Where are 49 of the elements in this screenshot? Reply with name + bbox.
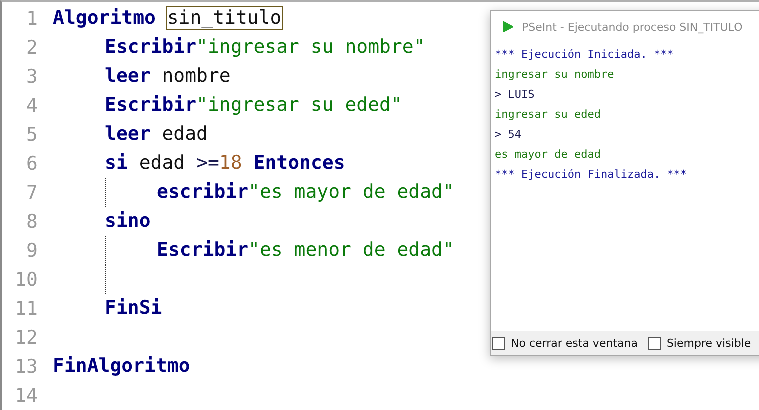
line-number: 14 (14, 384, 39, 406)
window-title: PSeInt - Ejecutando proceso SIN_TITULO (522, 20, 743, 34)
code-keyword: Escribir (105, 94, 197, 116)
console-line: ingresar su eded (495, 107, 602, 123)
console-line: > LUIS (495, 87, 536, 103)
code-keyword: leer (105, 123, 151, 145)
code-keyword: Escribir (157, 239, 249, 261)
line-number: 11 (14, 298, 39, 320)
line-number: 6 (26, 152, 39, 174)
line-number: 3 (26, 66, 39, 88)
console-line: ingresar su nombre (495, 67, 616, 83)
line-number: 2 (26, 36, 39, 58)
line-number: 4 (26, 94, 39, 116)
line-number: 5 (26, 124, 39, 146)
code-text: edad (138, 152, 186, 174)
play-icon (501, 20, 515, 34)
line-number: 13 (14, 356, 39, 378)
line-number: 8 (26, 210, 39, 232)
console-line: *** Ejecución Iniciada. *** (495, 47, 675, 63)
line-number: 10 (14, 268, 39, 290)
code-keyword: Algoritmo (53, 7, 156, 29)
console-line: *** Ejecución Finalizada. *** (495, 167, 688, 183)
code-keyword: si (105, 152, 128, 174)
code-operator: >= (196, 152, 220, 174)
code-keyword: Entonces (252, 152, 346, 174)
console-line: > 54 (495, 127, 522, 143)
code-string: "es menor de edad" (248, 239, 454, 261)
console-line: es mayor de edad (495, 147, 602, 163)
line-number: 7 (26, 182, 39, 204)
code-keyword: sino (105, 210, 151, 232)
code-keyword: FinAlgoritmo (53, 355, 190, 377)
checkbox-label: Siempre visible (666, 336, 752, 350)
line-number: 1 (26, 8, 39, 30)
checkbox[interactable] (492, 336, 505, 350)
checkbox-label: No cerrar esta ventana (511, 336, 638, 350)
line-number: 9 (26, 240, 39, 262)
line-number: 12 (14, 326, 39, 348)
code-text: edad (161, 123, 208, 145)
checkbox[interactable] (648, 336, 661, 350)
code-keyword: escribir (157, 181, 249, 203)
code-text: nombre (161, 65, 231, 87)
code-keyword: FinSi (105, 297, 162, 319)
algorithm-name: sin_titulo (167, 7, 282, 29)
code-keyword: leer (105, 65, 151, 87)
code-string: "ingresar su eded" (196, 94, 402, 116)
code-string: "es mayor de edad" (248, 181, 454, 203)
code-string: "ingresar su nombre" (196, 36, 426, 58)
code-keyword: Escribir (105, 36, 197, 58)
code-number: 18 (219, 152, 242, 174)
